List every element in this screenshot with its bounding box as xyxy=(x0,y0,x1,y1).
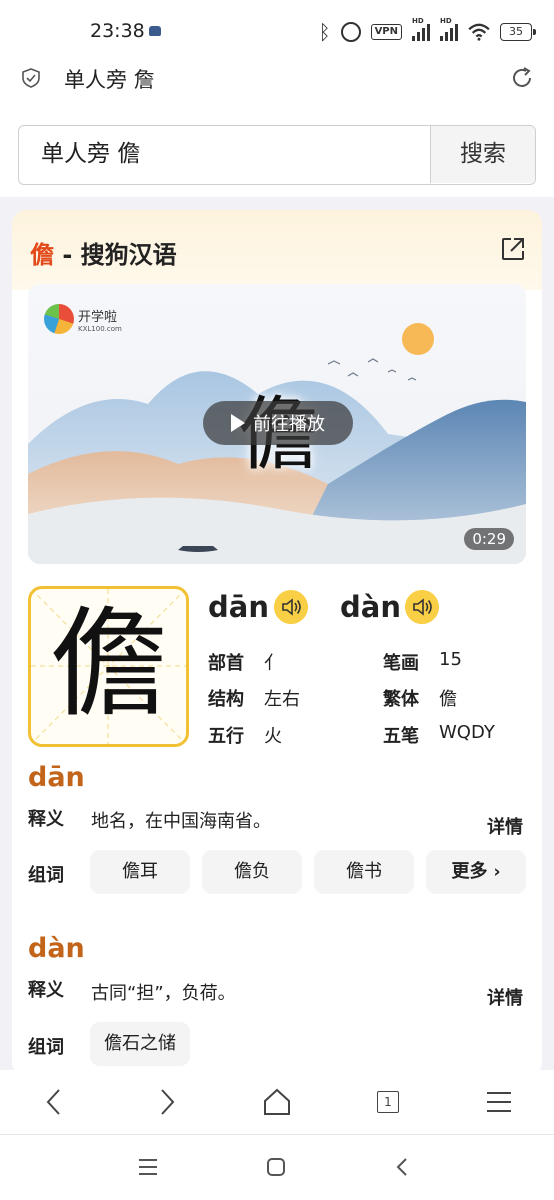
bluetooth-icon: ᛒ xyxy=(318,20,331,44)
section-pinyin: dān xyxy=(28,762,85,793)
menu-icon[interactable] xyxy=(481,1084,517,1120)
status-bar: 23:38 ᛒ VPN HD HD 35 xyxy=(0,0,554,60)
home-icon[interactable] xyxy=(259,1084,295,1120)
play-label: 前往播放 xyxy=(253,414,325,435)
page-url-title[interactable]: 单人旁 詹 xyxy=(64,64,155,94)
cat-notification-icon xyxy=(149,26,161,36)
forward-icon[interactable] xyxy=(148,1084,184,1120)
back-icon[interactable] xyxy=(37,1084,73,1120)
detail-link[interactable]: 详情 xyxy=(487,813,523,839)
search-input[interactable]: 单人旁 儋 xyxy=(41,126,140,183)
signal-icon-2: HD xyxy=(440,17,458,41)
play-button[interactable]: 前往播放 xyxy=(203,401,353,445)
recents-icon[interactable] xyxy=(136,1155,160,1179)
section-pinyin: dàn xyxy=(28,933,85,964)
search-box: 单人旁 儋 搜索 xyxy=(18,125,536,185)
tabs-count: 1 xyxy=(377,1091,399,1113)
wifi-icon xyxy=(468,23,490,41)
glyph-character: 儋 xyxy=(49,595,168,733)
play-icon xyxy=(231,414,245,432)
chevron-right-icon: › xyxy=(487,862,501,882)
alarm-icon xyxy=(340,22,361,42)
browser-toolbar: 1 xyxy=(0,1070,554,1135)
word-chip[interactable]: 儋书 xyxy=(314,850,414,894)
status-icons: ᛒ VPN HD HD 35 xyxy=(318,17,536,44)
system-navigation xyxy=(0,1135,554,1200)
pinyin-2: dàn xyxy=(340,590,401,624)
pinyin-1: dān xyxy=(208,590,269,624)
hd-label: HD xyxy=(412,17,424,25)
logo-mark-icon xyxy=(44,304,74,334)
meaning-text: 古同“担”，负荷。 xyxy=(91,983,236,1004)
wuxing-value: 火 xyxy=(264,726,282,747)
strokes-label: 笔画 xyxy=(383,653,419,674)
card-title[interactable]: 儋 - 搜狗汉语 xyxy=(30,235,177,270)
meaning-label: 释义 xyxy=(28,980,64,1001)
search-button[interactable]: 搜索 xyxy=(430,126,535,183)
traditional-label: 繁体 xyxy=(383,689,419,710)
signal-icon: HD xyxy=(412,17,430,41)
more-words-label: 更多 xyxy=(451,861,488,882)
speaker-icon[interactable] xyxy=(405,590,439,624)
hd-label-2: HD xyxy=(440,17,452,25)
home-square-icon[interactable] xyxy=(264,1155,288,1179)
wubi-value: WQDY xyxy=(439,722,495,743)
meaning-text: 地名，在中国海南省。 xyxy=(91,811,271,832)
word-chip[interactable]: 儋耳 xyxy=(90,850,190,894)
vpn-badge: VPN xyxy=(370,24,402,40)
video-player[interactable]: 开学啦 KXL100.com 儋 前往播放 0:29 xyxy=(28,284,526,564)
radical-value: 亻 xyxy=(264,653,282,674)
wuxing-label: 五行 xyxy=(208,726,244,747)
structure-value: 左右 xyxy=(264,689,300,710)
more-words-button[interactable]: 更多 › xyxy=(426,850,526,894)
logo-name: 开学啦 xyxy=(78,309,118,325)
structure-label: 结构 xyxy=(208,689,244,710)
detail-link[interactable]: 详情 xyxy=(487,984,523,1010)
status-time: 23:38 xyxy=(90,20,145,42)
speaker-icon[interactable] xyxy=(274,590,308,624)
video-logo: 开学啦 KXL100.com xyxy=(44,304,122,334)
battery-icon: 35 xyxy=(500,23,536,41)
tabs-button[interactable]: 1 xyxy=(370,1084,406,1120)
strokes-value: 15 xyxy=(439,649,462,670)
card-title-source: - 搜狗汉语 xyxy=(54,241,177,269)
system-back-icon[interactable] xyxy=(391,1155,415,1179)
stroke-order-box[interactable]: 儋 xyxy=(28,586,189,747)
shield-icon[interactable] xyxy=(22,68,40,88)
external-link-icon[interactable] xyxy=(500,236,526,262)
radical-label: 部首 xyxy=(208,653,244,674)
video-duration: 0:29 xyxy=(464,528,514,550)
logo-domain: KXL100.com xyxy=(78,324,122,333)
card-title-char: 儋 xyxy=(30,241,54,269)
traditional-value: 儋 xyxy=(439,689,457,710)
words-label: 组词 xyxy=(28,1037,64,1058)
wubi-label: 五笔 xyxy=(383,726,419,747)
words-label: 组词 xyxy=(28,865,64,886)
word-chip[interactable]: 儋石之储 xyxy=(90,1022,190,1066)
word-chip[interactable]: 儋负 xyxy=(202,850,302,894)
meaning-label: 释义 xyxy=(28,809,64,830)
reload-icon[interactable] xyxy=(510,66,534,90)
